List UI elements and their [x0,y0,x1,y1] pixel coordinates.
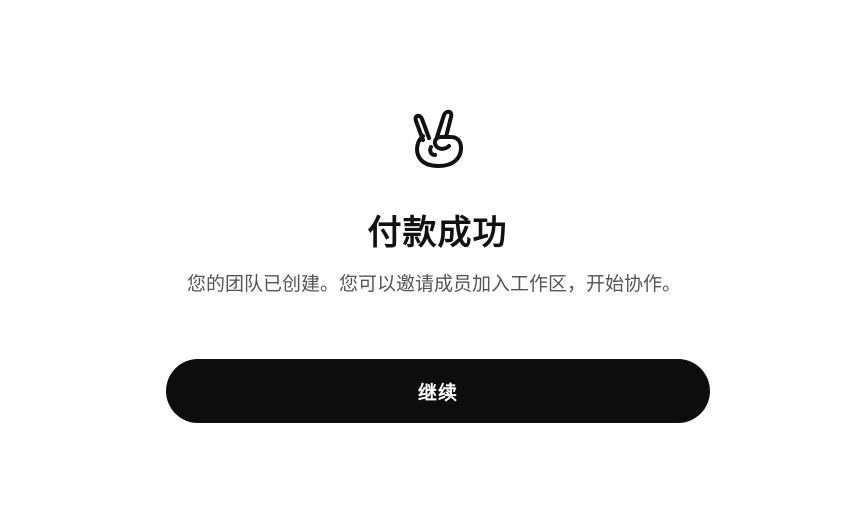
page-subtitle: 您的团队已创建。您可以邀请成员加入工作区，开始协作。 [186,273,681,295]
continue-button-label: 继续 [417,381,458,404]
victory-hand-icon [409,103,471,169]
page-title: 付款成功 [367,213,508,253]
payment-success-page: 付款成功 您的团队已创建。您可以邀请成员加入工作区，开始协作。 继续 [0,0,855,519]
continue-button[interactable]: 继续 [166,359,710,423]
